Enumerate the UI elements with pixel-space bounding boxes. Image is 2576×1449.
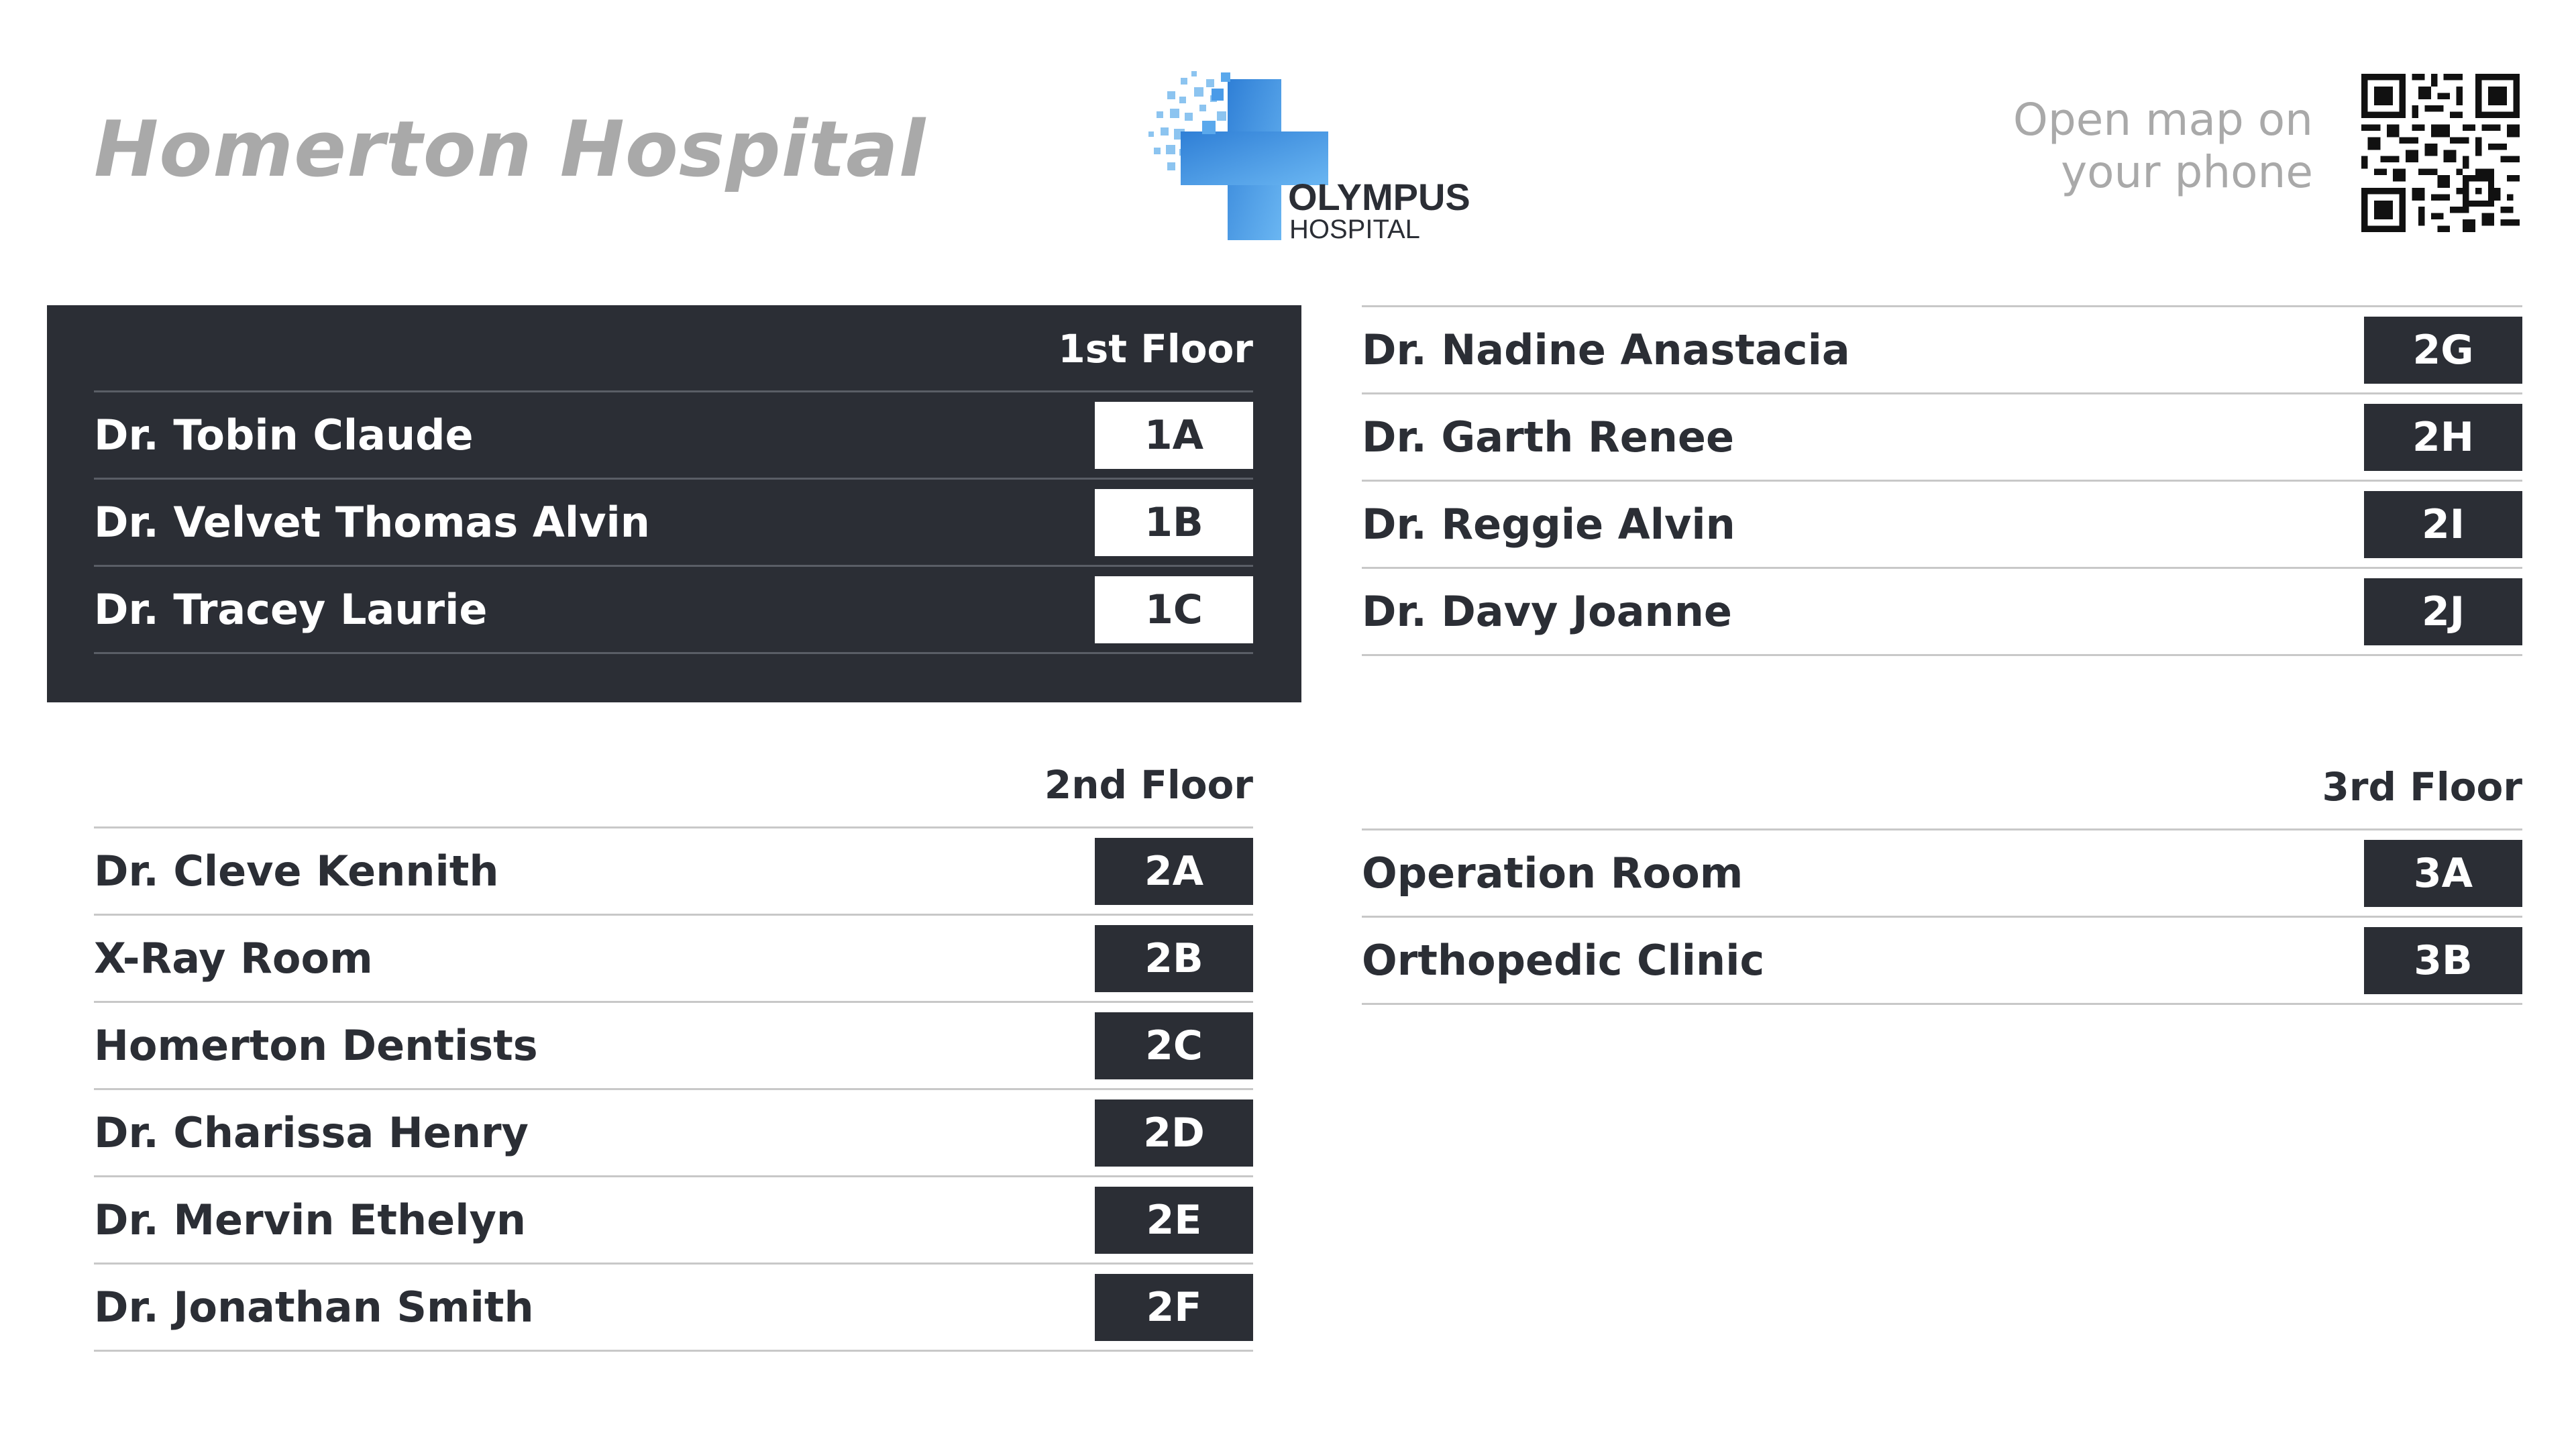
logo-name: OLYMPUS (1288, 176, 1470, 218)
room-badge: 1B (1095, 489, 1253, 556)
room-badge: 2C (1095, 1012, 1253, 1079)
directory-entry-name: Dr. Garth Renee (1362, 413, 1735, 462)
directory-entry-name: Dr. Charissa Henry (94, 1108, 529, 1157)
directory-row: Dr. Charissa Henry 2D (94, 1090, 1253, 1177)
floor-1-header: 1st Floor (94, 305, 1253, 392)
directory-row: Dr. Jonathan Smith 2F (94, 1265, 1253, 1352)
room-badge: 2J (2364, 578, 2522, 645)
directory-row: Dr. Velvet Thomas Alvin 1B (94, 480, 1253, 567)
directory-entry-name: Operation Room (1362, 849, 1743, 898)
directory-entry-name: Dr. Tobin Claude (94, 411, 474, 460)
room-badge: 2E (1095, 1187, 1253, 1254)
room-badge: 2H (2364, 404, 2522, 471)
room-badge: 1A (1095, 402, 1253, 469)
room-badge: 2A (1095, 838, 1253, 905)
floor-2-panel: 2nd Floor Dr. Cleve Kennith 2A X-Ray Roo… (94, 741, 1253, 1352)
directory-row: Dr. Davy Joanne 2J (1362, 569, 2522, 656)
directory-row: Dr. Tracey Laurie 1C (94, 567, 1253, 654)
room-badge: 2F (1095, 1274, 1253, 1341)
room-badge: 2G (2364, 317, 2522, 384)
directory-entry-name: Homerton Dentists (94, 1021, 538, 1070)
qr-code-icon[interactable] (2361, 74, 2520, 232)
directory-row: Dr. Cleve Kennith 2A (94, 828, 1253, 916)
directory-entry-name: Dr. Mervin Ethelyn (94, 1195, 527, 1244)
qr-prompt: Open map on your phone (2012, 94, 2313, 198)
directory-page: Homerton Hospital OLYMPUS HOSPITAL Open … (0, 0, 2576, 1449)
directory-entry-name: X-Ray Room (94, 934, 373, 983)
directory-entry-name: Dr. Cleve Kennith (94, 847, 499, 896)
floor-3-panel: 3rd Floor Operation Room 3A Orthopedic C… (1362, 743, 2522, 1005)
directory-row: Operation Room 3A (1362, 830, 2522, 918)
room-badge: 2D (1095, 1099, 1253, 1167)
logo-subtitle: HOSPITAL (1289, 215, 1420, 244)
directory-entry-name: Dr. Nadine Anastacia (1362, 325, 1850, 374)
directory-entry-name: Dr. Reggie Alvin (1362, 500, 1735, 549)
floor-3-header: 3rd Floor (1362, 743, 2522, 830)
directory-entry-name: Dr. Velvet Thomas Alvin (94, 498, 650, 547)
room-badge: 1C (1095, 576, 1253, 643)
floor-1-panel: 1st Floor Dr. Tobin Claude 1A Dr. Velvet… (47, 305, 1301, 702)
floor-2-continued-panel: Dr. Nadine Anastacia 2G Dr. Garth Renee … (1362, 305, 2522, 656)
directory-row: X-Ray Room 2B (94, 916, 1253, 1003)
directory-row: Dr. Reggie Alvin 2I (1362, 482, 2522, 569)
directory-entry-name: Dr. Tracey Laurie (94, 585, 488, 634)
directory-row: Dr. Garth Renee 2H (1362, 394, 2522, 482)
hospital-logo: OLYMPUS HOSPITAL (1147, 64, 1483, 252)
directory-row: Homerton Dentists 2C (94, 1003, 1253, 1090)
room-badge: 3B (2364, 927, 2522, 994)
directory-entry-name: Dr. Jonathan Smith (94, 1283, 534, 1332)
directory-row: Dr. Mervin Ethelyn 2E (94, 1177, 1253, 1265)
directory-row: Dr. Nadine Anastacia 2G (1362, 305, 2522, 394)
room-badge: 2B (1095, 925, 1253, 992)
directory-row: Orthopedic Clinic 3B (1362, 918, 2522, 1005)
directory-entry-name: Dr. Davy Joanne (1362, 587, 1732, 636)
directory-entry-name: Orthopedic Clinic (1362, 936, 1765, 985)
hospital-title: Homerton Hospital (94, 105, 926, 195)
floor-2-header: 2nd Floor (94, 741, 1253, 828)
room-badge: 2I (2364, 491, 2522, 558)
room-badge: 3A (2364, 840, 2522, 907)
directory-row: Dr. Tobin Claude 1A (94, 392, 1253, 480)
